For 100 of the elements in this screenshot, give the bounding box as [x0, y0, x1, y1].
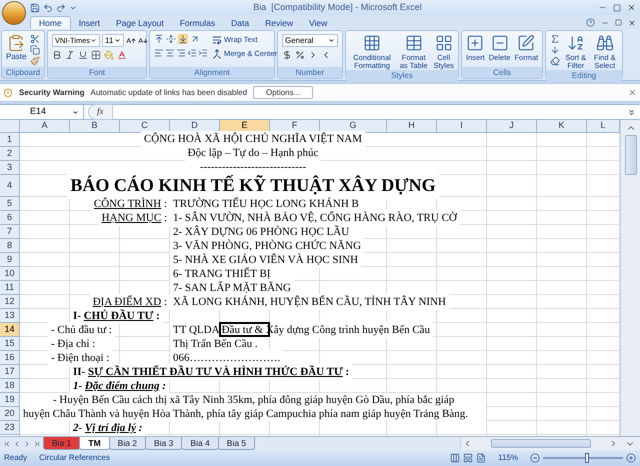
- orientation-icon[interactable]: [190, 34, 200, 44]
- column-header[interactable]: J: [487, 120, 537, 133]
- decrease-indent-icon[interactable]: [187, 48, 197, 58]
- row-header[interactable]: 18: [0, 379, 20, 393]
- cut-icon[interactable]: [30, 34, 40, 44]
- font-color-icon[interactable]: [117, 50, 127, 60]
- merged-cell[interactable]: - Huyện Bến Cầu cách thị xã Tây Ninh 35km, phía đông giáp huyện Gò Dầu, phía bắc giáp huyện Châu Thành và huyện Hòa Thành, phía tây giáp Campuchia phía nam giáp huyện Trảng Bàng.: [20, 393, 487, 421]
- grow-font-icon[interactable]: [126, 36, 136, 46]
- percent-icon[interactable]: [295, 50, 305, 60]
- align-left-icon[interactable]: [154, 48, 164, 58]
- scroll-left-icon[interactable]: [463, 439, 472, 448]
- next-sheet-icon[interactable]: [23, 440, 31, 448]
- column-header[interactable]: K: [537, 120, 587, 133]
- row-header[interactable]: 19: [0, 393, 20, 407]
- fill-icon[interactable]: [550, 45, 560, 55]
- shrink-font-icon[interactable]: [138, 36, 148, 46]
- scroll-right-icon[interactable]: [609, 439, 618, 448]
- zoom-out-icon[interactable]: [530, 453, 540, 463]
- bold-icon[interactable]: [52, 50, 62, 60]
- undo-icon[interactable]: [43, 2, 53, 12]
- row-header[interactable]: 4: [0, 175, 20, 197]
- save-icon[interactable]: [30, 2, 40, 12]
- number-format-field[interactable]: General: [282, 34, 338, 47]
- row-header[interactable]: 10: [0, 267, 20, 281]
- scroll-thumb[interactable]: [624, 135, 636, 175]
- row-header[interactable]: 3: [0, 161, 20, 175]
- row-header[interactable]: 23: [0, 421, 20, 435]
- bottom-align-icon[interactable]: [178, 34, 188, 44]
- row-header[interactable]: 2: [0, 147, 20, 161]
- expand-icon[interactable]: [627, 108, 636, 116]
- copy-icon[interactable]: [30, 45, 40, 55]
- column-header[interactable]: H: [387, 120, 437, 133]
- row-header[interactable]: 14: [0, 323, 20, 337]
- row-header[interactable]: 9: [0, 253, 20, 267]
- ribbon-tab[interactable]: Formulas: [172, 17, 224, 29]
- paste-button[interactable]: Paste: [6, 34, 26, 61]
- row-header[interactable]: 13: [0, 309, 20, 323]
- font-size-field[interactable]: 11: [102, 34, 124, 47]
- row-header[interactable]: 20: [0, 407, 20, 421]
- maximize-icon[interactable]: [613, 4, 621, 12]
- column-header[interactable]: C: [120, 120, 170, 133]
- ribbon-tab[interactable]: Insert: [70, 17, 108, 29]
- currency-icon[interactable]: [282, 50, 292, 60]
- column-header[interactable]: A: [20, 120, 70, 133]
- row-header[interactable]: 11: [0, 281, 20, 295]
- restore-icon[interactable]: [615, 19, 622, 26]
- increase-indent-icon[interactable]: [198, 48, 208, 58]
- column-header[interactable]: L: [587, 120, 620, 133]
- column-header[interactable]: I: [437, 120, 487, 133]
- row-header[interactable]: 5: [0, 197, 20, 211]
- zoom-slider-thumb[interactable]: [585, 453, 589, 463]
- ribbon-tab[interactable]: View: [300, 17, 336, 29]
- previous-sheet-icon[interactable]: [13, 440, 21, 448]
- close-icon[interactable]: [627, 3, 636, 12]
- zoom-in-icon[interactable]: [626, 453, 636, 463]
- format-painter-icon[interactable]: [30, 56, 40, 66]
- row-header[interactable]: 1: [0, 133, 20, 147]
- row-header[interactable]: 16: [0, 351, 20, 365]
- ribbon-tab[interactable]: Data: [223, 17, 258, 29]
- ribbon-tab[interactable]: Home: [30, 16, 71, 29]
- row-header[interactable]: 12: [0, 295, 20, 309]
- close-icon[interactable]: [628, 88, 637, 97]
- row-header[interactable]: 15: [0, 337, 20, 351]
- sheet-tab[interactable]: Bia 3: [145, 437, 182, 450]
- underline-icon[interactable]: [78, 50, 88, 60]
- sheet-tab[interactable]: Bia 1: [43, 437, 80, 450]
- name-box[interactable]: E14: [0, 105, 84, 119]
- sheet-tab[interactable]: Bia 4: [181, 437, 219, 450]
- sheet-tab[interactable]: Bia 2: [108, 437, 146, 450]
- last-sheet-icon[interactable]: [33, 440, 41, 448]
- sheet-tab[interactable]: TM: [79, 437, 110, 450]
- close-icon[interactable]: [628, 18, 636, 26]
- row-header[interactable]: 8: [0, 239, 20, 253]
- help-icon[interactable]: [586, 18, 595, 27]
- row-header[interactable]: 6: [0, 211, 20, 225]
- first-sheet-icon[interactable]: [3, 440, 11, 448]
- sum-icon[interactable]: [550, 34, 560, 44]
- zoom-level[interactable]: 115%: [498, 452, 518, 464]
- borders-icon[interactable]: [91, 50, 101, 60]
- ribbon-tab[interactable]: Page Layout: [108, 17, 172, 29]
- page-layout-icon[interactable]: [463, 453, 474, 463]
- row-header[interactable]: 7: [0, 225, 20, 239]
- eraser-icon[interactable]: [550, 56, 560, 66]
- column-header[interactable]: G: [320, 120, 387, 133]
- fill-color-icon[interactable]: [104, 50, 114, 60]
- scroll-thumb[interactable]: [490, 439, 590, 448]
- align-right-icon[interactable]: [176, 48, 186, 58]
- italic-icon[interactable]: [65, 50, 75, 60]
- sheet-tab[interactable]: Bia 5: [218, 437, 256, 450]
- redo-icon[interactable]: [56, 2, 66, 12]
- vertical-scrollbar[interactable]: [620, 120, 640, 436]
- options-button[interactable]: Options...: [253, 86, 314, 99]
- normal-view-icon[interactable]: [450, 453, 460, 463]
- row-header[interactable]: 17: [0, 365, 20, 379]
- function-label[interactable]: fx: [88, 104, 112, 120]
- column-header[interactable]: B: [70, 120, 120, 133]
- align-center-icon[interactable]: [165, 48, 175, 58]
- horizontal-scrollbar[interactable]: [460, 437, 620, 450]
- ribbon-tab[interactable]: Review: [257, 17, 301, 29]
- top-align-icon[interactable]: [154, 34, 164, 44]
